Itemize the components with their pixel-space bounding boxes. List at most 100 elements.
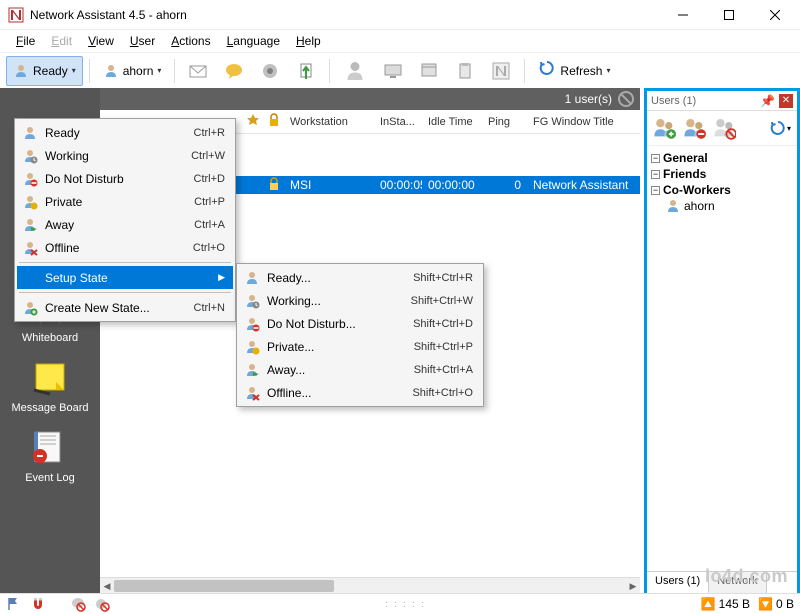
- flag-icon[interactable]: [6, 596, 22, 612]
- user-dropdown-label: ahorn: [123, 64, 154, 78]
- menu-language[interactable]: Language: [219, 32, 288, 50]
- toolbar-separator: [524, 59, 525, 83]
- refresh-icon: [769, 119, 787, 137]
- processes-button[interactable]: [412, 56, 446, 86]
- tab-users[interactable]: Users (1): [647, 572, 709, 594]
- horizontal-scrollbar[interactable]: ◀ ▶: [100, 577, 640, 593]
- submenu-item-dnd[interactable]: Do Not Disturb...Shift+Ctrl+D: [239, 312, 481, 335]
- collapse-icon[interactable]: −: [651, 186, 660, 195]
- maximize-button[interactable]: [706, 0, 752, 30]
- collapse-icon[interactable]: −: [651, 170, 660, 179]
- tree-user-item[interactable]: ahorn: [665, 198, 793, 214]
- status-dropdown-button[interactable]: Ready ▾: [6, 56, 83, 86]
- send-file-button[interactable]: [289, 56, 323, 86]
- remove-user-button[interactable]: [681, 115, 707, 141]
- status-menu: ReadyCtrl+R WorkingCtrl+W Do Not Disturb…: [14, 118, 236, 322]
- submenu-arrow-icon: ▶: [218, 272, 225, 283]
- users-tree[interactable]: −General −Friends −Co-Workers ahorn: [647, 146, 797, 571]
- menu-item-private[interactable]: PrivateCtrl+P: [17, 190, 233, 213]
- setup-state-submenu: Ready...Shift+Ctrl+R Working...Shift+Ctr…: [236, 263, 484, 407]
- menu-item-create-state[interactable]: Create New State...Ctrl+N: [17, 296, 233, 319]
- menu-file[interactable]: File: [8, 32, 43, 50]
- menu-view[interactable]: View: [80, 32, 122, 50]
- submenu-item-private[interactable]: Private...Shift+Ctrl+P: [239, 335, 481, 358]
- block-user-button[interactable]: [711, 115, 737, 141]
- down-arrow-icon: 🔽: [758, 597, 773, 611]
- cell-ping: 0: [482, 178, 527, 192]
- status-grip: : : : : :: [118, 599, 693, 609]
- submenu-item-away[interactable]: Away...Shift+Ctrl+A: [239, 358, 481, 381]
- pin-icon[interactable]: 📌: [760, 94, 775, 108]
- user-private-icon: [21, 193, 39, 211]
- submenu-item-working[interactable]: Working...Shift+Ctrl+W: [239, 289, 481, 312]
- up-arrow-icon: 🔼: [701, 597, 716, 611]
- user-away-icon: [21, 216, 39, 234]
- sidebar-item-event-log[interactable]: Event Log: [5, 428, 95, 484]
- status-dropdown-label: Ready: [33, 64, 68, 78]
- tree-group-label: Co-Workers: [663, 183, 731, 197]
- users-panel-toolbar: ▾: [647, 111, 797, 146]
- close-button[interactable]: [752, 0, 798, 30]
- menu-item-setup-state[interactable]: Setup State▶: [17, 266, 233, 289]
- user-info-button[interactable]: [336, 56, 374, 86]
- tab-network[interactable]: Network: [709, 572, 766, 593]
- tree-group-general[interactable]: −General: [651, 150, 793, 166]
- user-add-icon: [21, 299, 39, 317]
- cell-fg: Network Assistant: [527, 178, 640, 192]
- chat-button[interactable]: [217, 56, 251, 86]
- column-header-idle[interactable]: Idle Time: [422, 116, 482, 128]
- menu-help[interactable]: Help: [288, 32, 329, 50]
- mute-chat-icon[interactable]: [70, 596, 86, 612]
- user-icon: [665, 198, 681, 214]
- column-header-icon[interactable]: [240, 113, 262, 130]
- menu-item-dnd[interactable]: Do Not DisturbCtrl+D: [17, 167, 233, 190]
- announce-button[interactable]: [253, 56, 287, 86]
- column-header-fg[interactable]: FG Window Title: [527, 116, 640, 128]
- screenshot-button[interactable]: [376, 56, 410, 86]
- minimize-button[interactable]: [660, 0, 706, 30]
- upload-bytes: 145 B: [719, 597, 750, 611]
- file-arrow-icon: [296, 61, 316, 81]
- menu-item-ready[interactable]: ReadyCtrl+R: [17, 121, 233, 144]
- message-button[interactable]: [181, 56, 215, 86]
- cell-insta: 00:00:05: [374, 178, 422, 192]
- tree-group-friends[interactable]: −Friends: [651, 166, 793, 182]
- add-user-button[interactable]: [651, 115, 677, 141]
- menu-item-working[interactable]: WorkingCtrl+W: [17, 144, 233, 167]
- sidebar-label: Whiteboard: [5, 332, 95, 344]
- submenu-item-offline[interactable]: Offline...Shift+Ctrl+O: [239, 381, 481, 404]
- column-header-workstation[interactable]: Workstation: [284, 116, 374, 128]
- submenu-item-ready[interactable]: Ready...Shift+Ctrl+R: [239, 266, 481, 289]
- clipboard-button[interactable]: [448, 56, 482, 86]
- menu-item-offline[interactable]: OfflineCtrl+O: [17, 236, 233, 259]
- sticky-note-icon: [28, 358, 72, 398]
- user-offline-icon: [243, 384, 261, 402]
- column-header-insta[interactable]: InSta...: [374, 116, 422, 128]
- scroll-right-icon[interactable]: ▶: [626, 578, 640, 593]
- menu-edit[interactable]: Edit: [43, 32, 80, 50]
- panel-close-button[interactable]: ✕: [779, 94, 793, 108]
- star-icon: [246, 113, 260, 127]
- user-dropdown-button[interactable]: ahorn ▾: [96, 56, 169, 86]
- mute-sound-icon[interactable]: [94, 596, 110, 612]
- column-header-icon[interactable]: [262, 113, 284, 130]
- toolbar: Ready ▾ ahorn ▾ Refresh ▾: [0, 52, 800, 88]
- scroll-left-icon[interactable]: ◀: [100, 578, 114, 593]
- magnet-icon[interactable]: [30, 596, 46, 612]
- collapse-icon[interactable]: −: [651, 154, 660, 163]
- tree-group-label: Friends: [663, 167, 706, 181]
- refresh-label: Refresh: [560, 64, 602, 78]
- menu-actions[interactable]: Actions: [163, 32, 218, 50]
- users-refresh-button[interactable]: ▾: [767, 115, 793, 141]
- sidebar-item-message-board[interactable]: Message Board: [5, 358, 95, 414]
- tree-group-label: General: [663, 151, 708, 165]
- no-entry-icon[interactable]: [618, 91, 634, 107]
- users-panel-tabs: Users (1) Network: [647, 571, 797, 593]
- menu-user[interactable]: User: [122, 32, 163, 50]
- refresh-button[interactable]: Refresh ▾: [531, 56, 617, 86]
- net-assist-button[interactable]: [484, 56, 518, 86]
- tree-group-coworkers[interactable]: −Co-Workers: [651, 182, 793, 198]
- column-header-ping[interactable]: Ping: [482, 116, 527, 128]
- scrollbar-thumb[interactable]: [114, 580, 334, 592]
- menu-item-away[interactable]: AwayCtrl+A: [17, 213, 233, 236]
